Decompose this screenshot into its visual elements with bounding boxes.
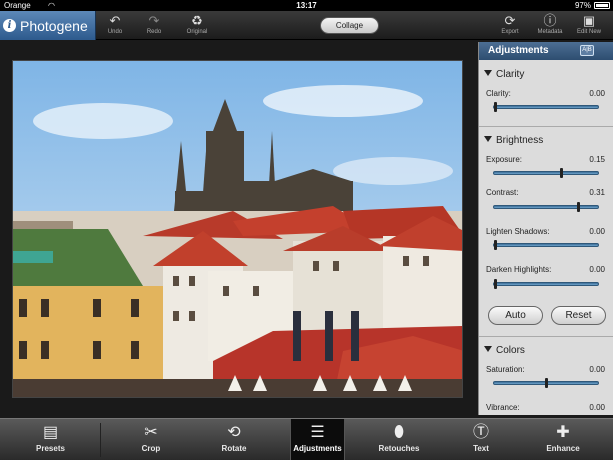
- darken-highlights-label: Darken Highlights:: [486, 265, 552, 274]
- original-button[interactable]: ♻ Original: [179, 13, 215, 39]
- lighten-shadows-label: Lighten Shadows:: [486, 227, 550, 236]
- original-label: Original: [186, 29, 208, 35]
- top-toolbar: i Photogene ↶ Undo ↷ Redo ♻ Original Col…: [0, 11, 613, 40]
- colors-title: Colors: [496, 345, 525, 356]
- colors-section-toggle[interactable]: Colors: [484, 345, 525, 356]
- tab-label: Retouches: [378, 444, 420, 453]
- collapse-triangle-icon: [484, 136, 492, 142]
- exposure-slider[interactable]: [493, 168, 599, 178]
- export-label: Export: [501, 29, 519, 35]
- app-name: Photogene: [20, 17, 88, 34]
- tab-label: Adjustments: [293, 444, 342, 453]
- app-brand-button[interactable]: i Photogene: [0, 11, 96, 40]
- tab-label: Enhance: [546, 444, 580, 453]
- edit-new-button[interactable]: ▣ Edit New: [571, 13, 607, 39]
- lighten-shadows-slider[interactable]: [493, 240, 599, 250]
- clarity-title: Clarity: [496, 69, 525, 80]
- tab-enhance[interactable]: ✚ Enhance: [522, 419, 604, 460]
- undo-icon: ↶: [109, 13, 121, 28]
- metadata-icon: ⓘ: [543, 13, 557, 28]
- divider: [100, 423, 101, 457]
- tab-presets[interactable]: ▤ Presets: [8, 419, 93, 460]
- metadata-button[interactable]: ⓘ Metadata: [532, 13, 568, 39]
- collapse-triangle-icon: [484, 70, 492, 76]
- exposure-value: 0.15: [589, 155, 605, 164]
- tab-label: Presets: [36, 444, 65, 453]
- collapse-triangle-icon: [484, 346, 492, 352]
- contrast-slider[interactable]: [493, 202, 599, 212]
- edited-photo: [13, 61, 462, 397]
- app-window: Orange ◠ 13:17 97% i Photogene ↶ Undo ↷ …: [0, 0, 613, 460]
- clarity-section-toggle[interactable]: Clarity: [484, 69, 524, 80]
- slider-thumb[interactable]: [545, 378, 548, 388]
- panel-title: Adjustments: [488, 45, 549, 56]
- slider-thumb[interactable]: [494, 279, 497, 289]
- slider-thumb[interactable]: [494, 102, 497, 112]
- enhance-icon: ✚: [556, 424, 570, 441]
- tab-retouches[interactable]: ⬮ Retouches: [358, 419, 440, 460]
- slider-thumb[interactable]: [494, 240, 497, 250]
- compare-icon[interactable]: A|B: [580, 45, 594, 56]
- rotate-icon: ⟲: [227, 424, 241, 441]
- divider: [479, 126, 613, 127]
- tab-rotate[interactable]: ⟲ Rotate: [193, 419, 275, 460]
- picture-icon: ▣: [582, 13, 596, 28]
- status-bar: Orange ◠ 13:17 97%: [0, 0, 613, 11]
- slider-thumb[interactable]: [577, 202, 580, 212]
- presets-icon: ▤: [42, 424, 59, 441]
- clock: 13:17: [296, 1, 317, 10]
- undo-button[interactable]: ↶ Undo: [97, 13, 133, 39]
- divider: [479, 336, 613, 337]
- clarity-slider[interactable]: [493, 102, 599, 112]
- contrast-value: 0.31: [589, 188, 605, 197]
- bottom-tab-bar: ▤ Presets ✂ Crop ⟲ Rotate ☰ Adjustments …: [0, 418, 613, 460]
- photo-canvas[interactable]: [12, 60, 463, 398]
- redo-button[interactable]: ↷ Redo: [136, 13, 172, 39]
- battery-icon: [594, 2, 610, 9]
- reset-button[interactable]: Reset: [551, 306, 606, 325]
- tab-label: Crop: [141, 444, 161, 453]
- saturation-label: Saturation:: [486, 365, 525, 374]
- darken-highlights-value: 0.00: [589, 265, 605, 274]
- lighten-shadows-value: 0.00: [589, 227, 605, 236]
- scissors-icon: ✂: [144, 424, 158, 441]
- redo-label: Redo: [146, 29, 162, 35]
- adjustments-panel: Adjustments A|B Clarity Clarity: 0.00 Br…: [478, 42, 613, 415]
- brightness-title: Brightness: [496, 135, 544, 146]
- darken-highlights-slider[interactable]: [493, 279, 599, 289]
- auto-button[interactable]: Auto: [488, 306, 543, 325]
- recycle-icon: ♻: [191, 13, 203, 28]
- tab-crop[interactable]: ✂ Crop: [110, 419, 192, 460]
- undo-label: Undo: [107, 29, 123, 35]
- bandage-icon: ⬮: [393, 424, 405, 441]
- info-icon: i: [3, 19, 16, 32]
- redo-icon: ↷: [148, 13, 160, 28]
- export-button[interactable]: ⟳ Export: [492, 13, 528, 39]
- tab-label: Rotate: [221, 444, 247, 453]
- vibrance-label: Vibrance:: [486, 403, 520, 412]
- saturation-value: 0.00: [589, 365, 605, 374]
- brightness-section-toggle[interactable]: Brightness: [484, 135, 543, 146]
- panel-header: Adjustments A|B: [479, 42, 613, 60]
- battery-percent: 97%: [574, 1, 591, 10]
- tab-text[interactable]: Ⓣ Text: [440, 419, 522, 460]
- metadata-label: Metadata: [537, 29, 563, 35]
- clarity-value: 0.00: [589, 89, 605, 98]
- export-icon: ⟳: [504, 13, 516, 28]
- saturation-slider[interactable]: [493, 378, 599, 388]
- collage-button[interactable]: Collage: [320, 17, 379, 34]
- sliders-icon: ☰: [310, 424, 325, 441]
- contrast-label: Contrast:: [486, 188, 519, 197]
- tab-adjustments[interactable]: ☰ Adjustments: [290, 419, 345, 460]
- text-bubble-icon: Ⓣ: [472, 424, 489, 441]
- vibrance-value: 0.00: [589, 403, 605, 412]
- edit-new-label: Edit New: [576, 29, 601, 35]
- exposure-label: Exposure:: [486, 155, 523, 164]
- slider-thumb[interactable]: [560, 168, 563, 178]
- tab-label: Text: [473, 444, 489, 453]
- clarity-label: Clarity:: [486, 89, 511, 98]
